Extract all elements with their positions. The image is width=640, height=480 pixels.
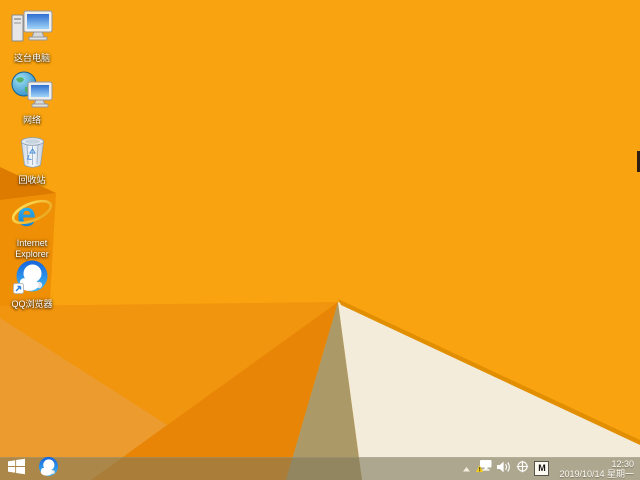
desktop-icon-this-pc[interactable]: 这台电脑: [2, 9, 62, 64]
show-hidden-icons-button[interactable]: [462, 457, 471, 480]
recycle-bin-icon: [19, 136, 46, 174]
ime-mode-indicator[interactable]: M: [534, 461, 550, 476]
network-icon: [11, 71, 53, 114]
this-pc-icon: [11, 9, 53, 52]
speaker-icon: [497, 460, 511, 478]
qq-browser-icon: [13, 259, 49, 299]
desktop-icon-label: Internet Explorer: [15, 238, 49, 259]
wallpaper: [0, 0, 640, 480]
desktop-icon-qq-browser[interactable]: QQ浏览器: [2, 259, 62, 310]
desktop-icon-label: 网络: [22, 115, 41, 125]
shortcut-arrow-icon: [13, 281, 24, 299]
volume-button[interactable]: [497, 457, 511, 480]
taskbar-clock[interactable]: 12:30 2019/10/14 星期一: [559, 459, 634, 479]
crosshair-icon: [516, 460, 529, 478]
desktop-icon-recycle-bin[interactable]: 回收站: [2, 136, 62, 186]
ime-mode-letter: M: [538, 463, 546, 473]
desktop-icon-label: 这台电脑: [13, 53, 50, 63]
desktop-icon-label: 回收站: [18, 175, 46, 185]
system-tray: M 12:30 2019/10/14 星期一: [462, 457, 640, 480]
clock-date: 2019/10/14 星期一: [559, 468, 634, 479]
start-button[interactable]: [0, 457, 33, 480]
taskbar-qq-browser-button[interactable]: [33, 456, 63, 480]
desktop-icon-label: QQ浏览器: [11, 299, 53, 309]
desktop[interactable]: 这台电脑 网络 回收站 e Internet Explorer QQ浏览器 M …: [0, 0, 640, 480]
windows-logo-icon: [8, 458, 25, 480]
internet-explorer-icon: e: [10, 195, 54, 237]
chevron-up-icon: [462, 460, 471, 478]
desktop-icon-internet-explorer[interactable]: e Internet Explorer: [2, 195, 62, 260]
qq-browser-icon: [38, 456, 59, 480]
clock-time: 12:30: [611, 458, 634, 469]
network-status-button[interactable]: [476, 457, 492, 480]
ime-tool-button[interactable]: [516, 457, 529, 480]
network-warning-icon: [476, 459, 492, 478]
desktop-icon-network[interactable]: 网络: [2, 71, 62, 126]
taskbar: M 12:30 2019/10/14 星期一: [0, 456, 640, 480]
